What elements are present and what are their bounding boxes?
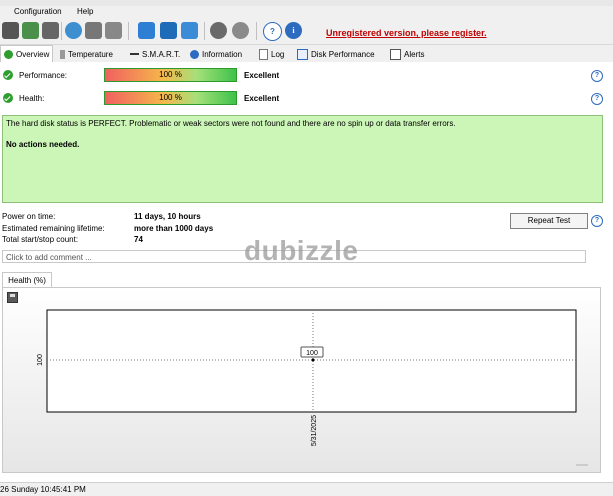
- dubizzle-watermark: dubizzle: [244, 235, 359, 266]
- status-bar: 26 Sunday 10:45:41 PM: [0, 482, 613, 496]
- data-point: [311, 358, 315, 362]
- y-tick-label: 100: [37, 354, 44, 366]
- x-tick-label: 5/31/2025: [311, 415, 318, 446]
- statusbar-datetime: 26 Sunday 10:45:41 PM: [0, 485, 86, 494]
- data-label: 100: [306, 350, 318, 357]
